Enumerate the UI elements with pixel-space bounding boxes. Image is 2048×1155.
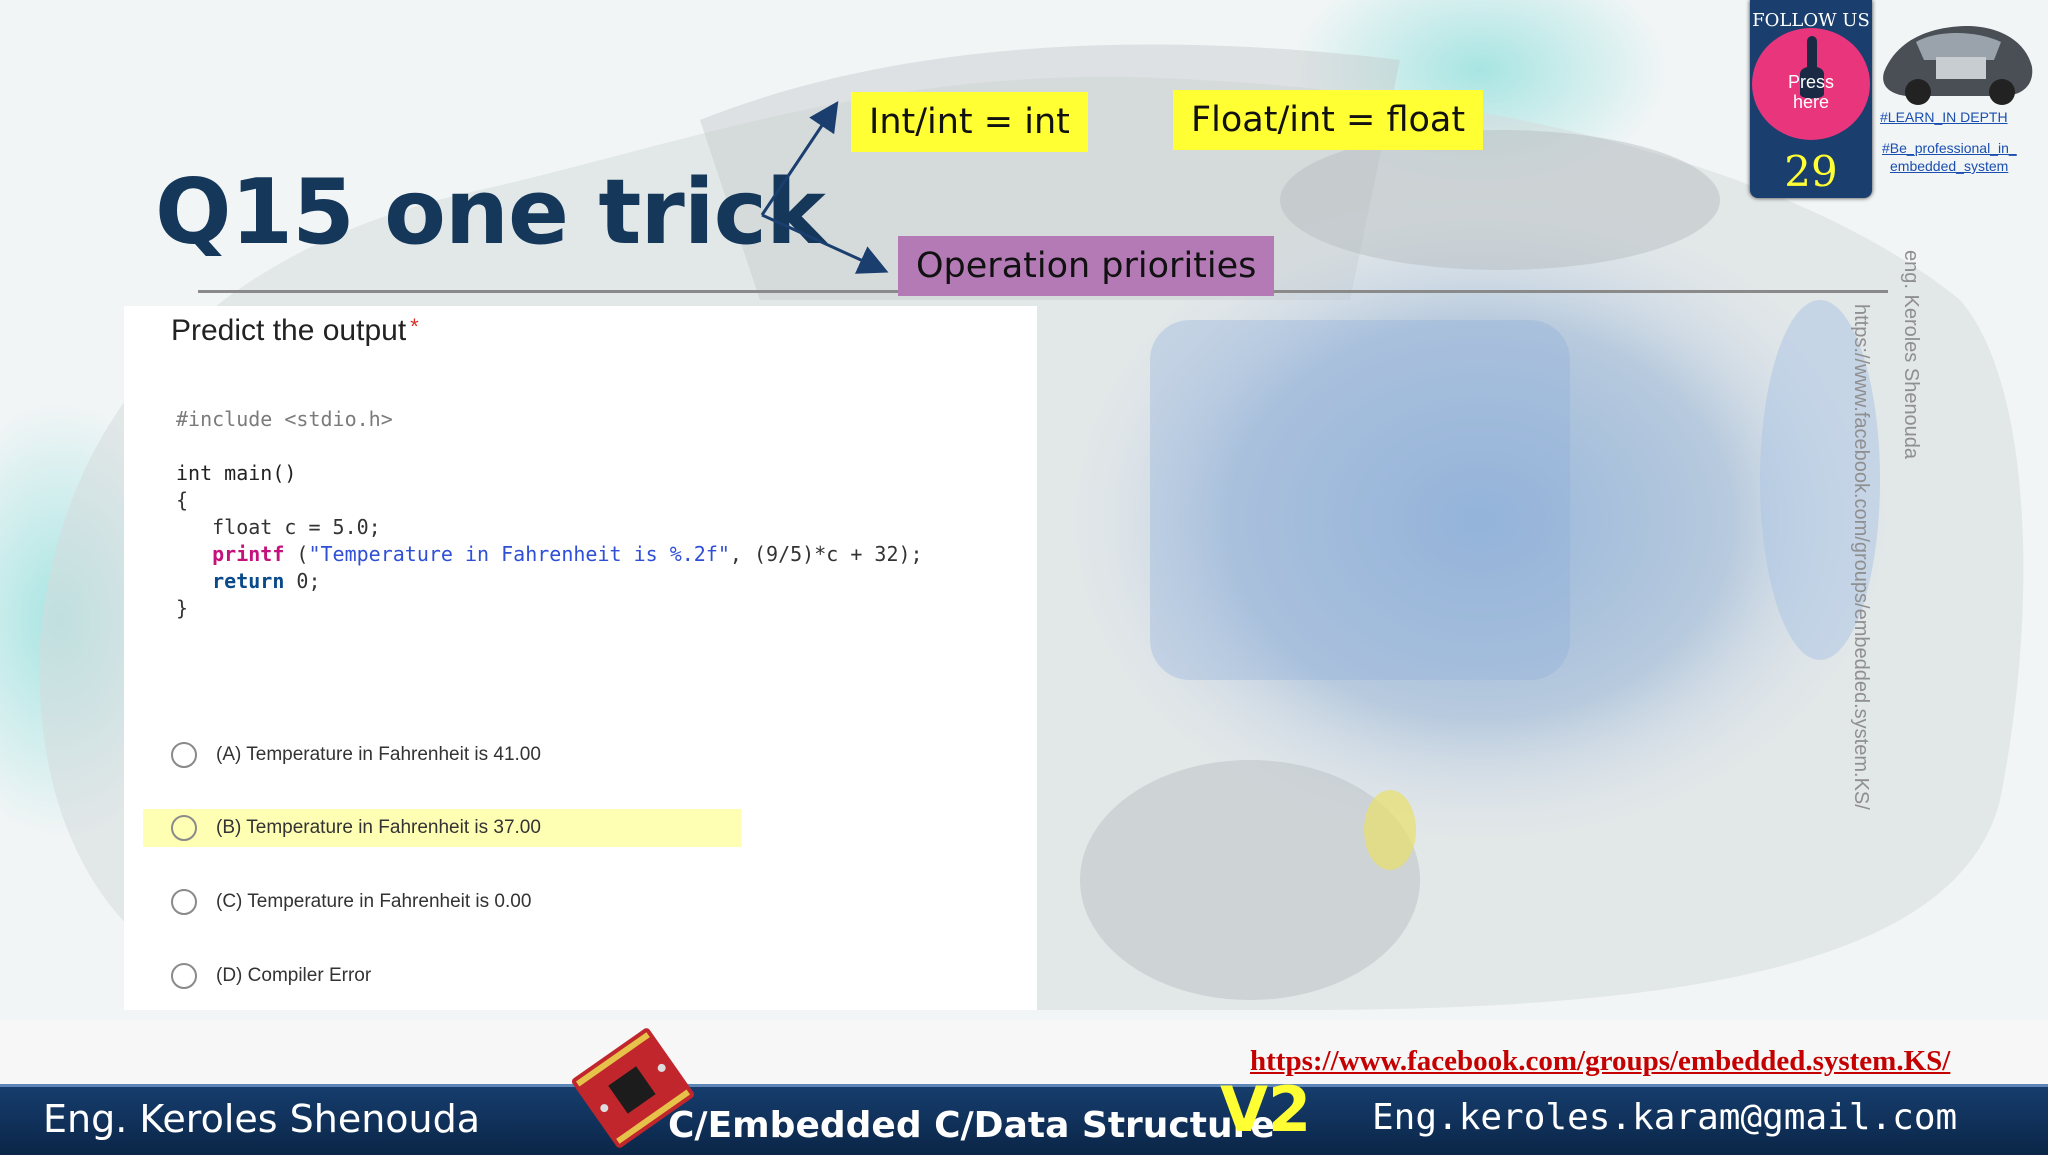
tag-learn-in-depth[interactable]: #LEARN_IN DEPTH	[1880, 109, 2008, 125]
press-here-button[interactable]: Press here	[1752, 28, 1870, 140]
note-float-division: Float/int = float	[1173, 90, 1484, 150]
radio-button[interactable]	[171, 742, 197, 768]
follower-count: 29	[1784, 147, 1838, 196]
required-mark: *	[410, 314, 419, 339]
option-label: (D) Compiler Error	[216, 965, 372, 986]
code-printf-args: , (9/5)*c + 32);	[729, 542, 923, 566]
option-label: (B) Temperature in Fahrenheit is 37.00	[216, 817, 541, 838]
code-line-open-brace: {	[176, 488, 189, 512]
code-line-include: #include <stdio.h>	[176, 407, 393, 431]
arrow-to-int-note	[760, 101, 839, 216]
code-return-value: 0;	[284, 569, 321, 593]
car-thumbnail-image	[1883, 26, 2033, 105]
option-b[interactable]: (B) Temperature in Fahrenheit is 37.00	[171, 809, 541, 847]
microcontroller-board-image	[571, 1028, 695, 1148]
option-a[interactable]: (A) Temperature in Fahrenheit is 41.00	[171, 736, 541, 774]
follow-us-widget[interactable]: FOLLOW US Press here 29	[1750, 0, 1872, 198]
press-here-label: Press here	[1752, 72, 1870, 112]
footer-bar: Eng. Keroles Shenouda C/Embedded C/Data …	[0, 1073, 2048, 1155]
code-line-float: float c = 5.0;	[176, 515, 381, 539]
option-d[interactable]: (D) Compiler Error	[171, 957, 371, 995]
radio-button[interactable]	[171, 963, 197, 989]
footer-author: Eng. Keroles Shenouda	[43, 1097, 481, 1141]
option-c[interactable]: (C) Temperature in Fahrenheit is 0.00	[171, 883, 531, 921]
arrow-to-priorities-note	[761, 213, 889, 274]
footer-version: V2	[1220, 1073, 1312, 1146]
code-printf-open: (	[284, 542, 309, 566]
code-line-close-brace: }	[176, 596, 189, 620]
tag-be-professional[interactable]: #Be_professional_in_	[1882, 140, 2017, 156]
footer-email: Eng.keroles.karam@gmail.com	[1372, 1097, 1958, 1138]
facebook-group-link[interactable]: https://www.facebook.com/groups/embedded…	[1250, 1045, 1950, 1078]
radio-button[interactable]	[171, 815, 197, 841]
vertical-author-watermark: eng. Keroles Shenouda	[1900, 250, 1922, 460]
question-title: Predict the output *	[171, 314, 419, 348]
tag-embedded-system[interactable]: embedded_system	[1890, 158, 2008, 174]
footer-course-title: C/Embedded C/Data Structure	[668, 1105, 1275, 1146]
press-here-text: Press here	[1787, 72, 1834, 112]
code-printf: printf	[212, 542, 285, 566]
radio-button[interactable]	[171, 889, 197, 915]
note-operation-priorities: Operation priorities	[898, 236, 1275, 296]
code-string: "Temperature in Fahrenheit is %.2f"	[308, 542, 730, 566]
option-label: (C) Temperature in Fahrenheit is 0.00	[216, 891, 532, 912]
vertical-url-watermark: https://www.facebook.com/groups/embedded…	[1850, 304, 1872, 810]
code-return: return	[212, 569, 285, 593]
question-text: Predict the output	[171, 314, 407, 347]
note-int-division: Int/int = int	[851, 92, 1088, 152]
option-label: (A) Temperature in Fahrenheit is 41.00	[216, 744, 541, 765]
code-snippet: #include <stdio.h> int main() { float c …	[176, 406, 923, 622]
code-line-main: int main()	[176, 461, 297, 485]
quiz-card: Predict the output * #include <stdio.h> i…	[124, 306, 1037, 1010]
